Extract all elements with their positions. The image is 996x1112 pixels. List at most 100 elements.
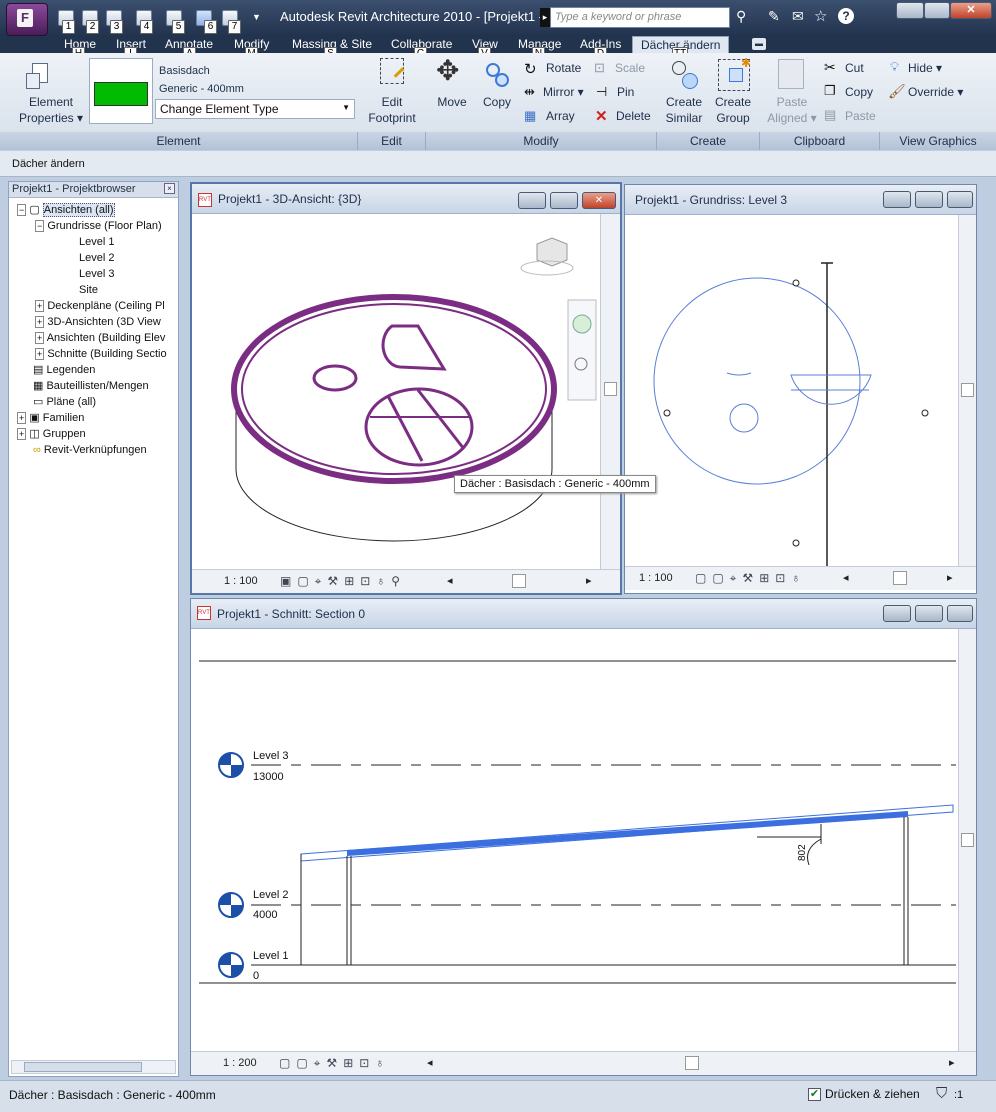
delete-icon[interactable]: ✕ <box>595 107 608 125</box>
tree-item-level-3[interactable]: Level 3 <box>13 266 177 282</box>
application-menu-button[interactable]: F <box>6 3 48 36</box>
horizontal-scroll-thumb[interactable] <box>512 574 526 588</box>
search-input[interactable]: Type a keyword or phrase <box>550 7 730 28</box>
view-window-3d[interactable]: RVT Projekt1 - 3D-Ansicht: {3D} ✕ 1 : 10… <box>190 182 622 595</box>
vertical-scrollbar[interactable] <box>958 215 976 568</box>
array-button[interactable]: Array <box>546 109 575 123</box>
close-icon[interactable]: × <box>164 183 175 194</box>
tree-item-legenden[interactable]: ▤ Legenden <box>13 362 177 378</box>
scroll-left-icon[interactable]: ◂ <box>843 571 849 584</box>
viewcube-icon[interactable] <box>520 237 574 276</box>
dimension-label[interactable]: 802 <box>797 844 808 861</box>
drag-checkbox-label[interactable]: Drücken & ziehen <box>825 1087 920 1101</box>
close-button[interactable] <box>947 605 973 622</box>
level-2-marker[interactable] <box>218 892 244 918</box>
create-similar-icon[interactable] <box>670 59 700 91</box>
pin-icon[interactable]: ⊣ <box>596 84 607 100</box>
delete-button[interactable]: Delete <box>616 109 651 123</box>
tree-item-ansichten[interactable]: − ▢ Ansichten (all) <box>13 202 177 218</box>
tree-item-deckenplaene[interactable]: + Deckenpläne (Ceiling Pl <box>13 298 177 314</box>
override-button[interactable]: Override ▾ <box>908 85 963 99</box>
tree-item-level-2[interactable]: Level 2 <box>13 250 177 266</box>
paste-button[interactable]: Paste <box>845 109 876 123</box>
scroll-right-icon[interactable]: ▸ <box>949 1056 955 1069</box>
array-icon[interactable]: ▦ <box>524 108 536 124</box>
copy-button[interactable]: Copy <box>478 94 516 110</box>
minimize-button[interactable] <box>883 605 911 622</box>
minimize-button[interactable] <box>896 2 924 19</box>
roof-section-cut[interactable] <box>347 811 908 856</box>
level-3-elevation[interactable]: 13000 <box>253 771 284 783</box>
vertical-scrollbar[interactable] <box>600 214 620 571</box>
section-canvas[interactable] <box>191 629 956 1051</box>
mirror-button[interactable]: Mirror ▾ <box>543 85 584 99</box>
copy-clipboard-icon[interactable]: ❐ <box>824 83 836 99</box>
element-properties-button[interactable]: Element Properties ▾ <box>18 94 84 126</box>
tree-item-plaene[interactable]: ▭ Pläne (all) <box>13 394 177 410</box>
tree-item-revit-links[interactable]: ∞ Revit-Verknüpfungen <box>13 442 177 458</box>
view-scale[interactable]: 1 : 100 <box>224 575 258 587</box>
level-1-name[interactable]: Level 1 <box>253 950 288 962</box>
scale-button[interactable]: Scale <box>615 61 645 75</box>
filter-icon[interactable]: ⛉ <box>936 1085 947 1102</box>
copy-icon[interactable] <box>484 61 512 89</box>
level-1-marker[interactable] <box>218 952 244 978</box>
paste-aligned-icon[interactable] <box>778 59 804 89</box>
cut-icon[interactable]: ✂ <box>824 59 836 76</box>
rotate-button[interactable]: Rotate <box>546 61 581 75</box>
tree-item-site[interactable]: Site <box>13 282 177 298</box>
level-3-name[interactable]: Level 3 <box>253 750 288 762</box>
plan-canvas[interactable] <box>625 215 958 569</box>
rotate-icon[interactable]: ↻ <box>524 60 537 78</box>
copy-clipboard-button[interactable]: Copy <box>845 85 873 99</box>
create-group-icon[interactable]: ✱ <box>718 56 751 91</box>
close-button[interactable] <box>947 191 973 208</box>
view-window-section[interactable]: RVT Projekt1 - Schnitt: Section 0 Level … <box>190 598 977 1076</box>
scroll-right-icon[interactable]: ▸ <box>586 574 592 587</box>
override-brush-icon[interactable]: 🖌︎ <box>888 83 906 100</box>
mirror-icon[interactable]: ⇹ <box>524 84 535 100</box>
edit-footprint-icon[interactable] <box>380 58 405 84</box>
paste-aligned-button[interactable]: Paste Aligned ▾ <box>764 94 820 126</box>
cut-button[interactable]: Cut <box>845 61 864 75</box>
restore-button[interactable] <box>915 191 943 208</box>
tree-item-grundrisse[interactable]: − Grundrisse (Floor Plan) <box>13 218 177 234</box>
tree-item-ansichten-elev[interactable]: + Ansichten (Building Elev <box>13 330 177 346</box>
restore-button[interactable] <box>915 605 943 622</box>
hide-bulb-icon[interactable]: 💡︎ <box>890 59 899 75</box>
minimize-button[interactable] <box>883 191 911 208</box>
level-1-elevation[interactable]: 0 <box>253 970 259 982</box>
create-similar-button[interactable]: Create Similar <box>660 94 708 126</box>
tree-item-3d-ansichten[interactable]: + 3D-Ansichten (3D View <box>13 314 177 330</box>
tree-item-gruppen[interactable]: + ◫ Gruppen <box>13 426 177 442</box>
restore-button[interactable] <box>550 192 578 209</box>
splitter[interactable] <box>180 181 188 1077</box>
tree-item-level-1[interactable]: Level 1 <box>13 234 177 250</box>
scale-icon[interactable]: ⊡ <box>594 60 605 76</box>
tree-item-familien[interactable]: + ▣ Familien <box>13 410 177 426</box>
level-2-elevation[interactable]: 4000 <box>253 909 277 921</box>
qat-dropdown-icon[interactable]: ▼ <box>252 12 261 22</box>
help-icon[interactable]: ? <box>838 8 854 24</box>
move-button[interactable]: Move <box>433 94 471 110</box>
subscription-icon[interactable]: ✎ <box>768 8 780 25</box>
close-button[interactable]: ✕ <box>950 2 992 19</box>
drag-checkbox[interactable]: ✔ <box>808 1088 821 1101</box>
level-3-marker[interactable] <box>218 752 244 778</box>
scroll-left-icon[interactable]: ◂ <box>447 574 453 587</box>
close-button[interactable]: ✕ <box>582 192 616 209</box>
communication-icon[interactable]: ✉ <box>792 8 804 25</box>
change-element-type-dropdown[interactable]: Change Element Type ▼ <box>155 99 355 119</box>
tree-item-schnitte[interactable]: + Schnitte (Building Sectio <box>13 346 177 362</box>
3d-canvas[interactable] <box>192 214 604 569</box>
minimize-button[interactable] <box>518 192 546 209</box>
level-2-name[interactable]: Level 2 <box>253 889 288 901</box>
paste-icon[interactable]: ▤ <box>824 107 836 123</box>
move-icon[interactable]: ✥ <box>436 56 459 86</box>
pin-button[interactable]: Pin <box>617 85 634 99</box>
favorites-star-icon[interactable]: ☆ <box>814 7 827 25</box>
maximize-button[interactable] <box>924 2 950 19</box>
search-expand-icon[interactable]: ▸ <box>540 8 550 27</box>
edit-footprint-button[interactable]: Edit Footprint <box>360 94 424 126</box>
horizontal-scroll-thumb[interactable] <box>685 1056 699 1070</box>
